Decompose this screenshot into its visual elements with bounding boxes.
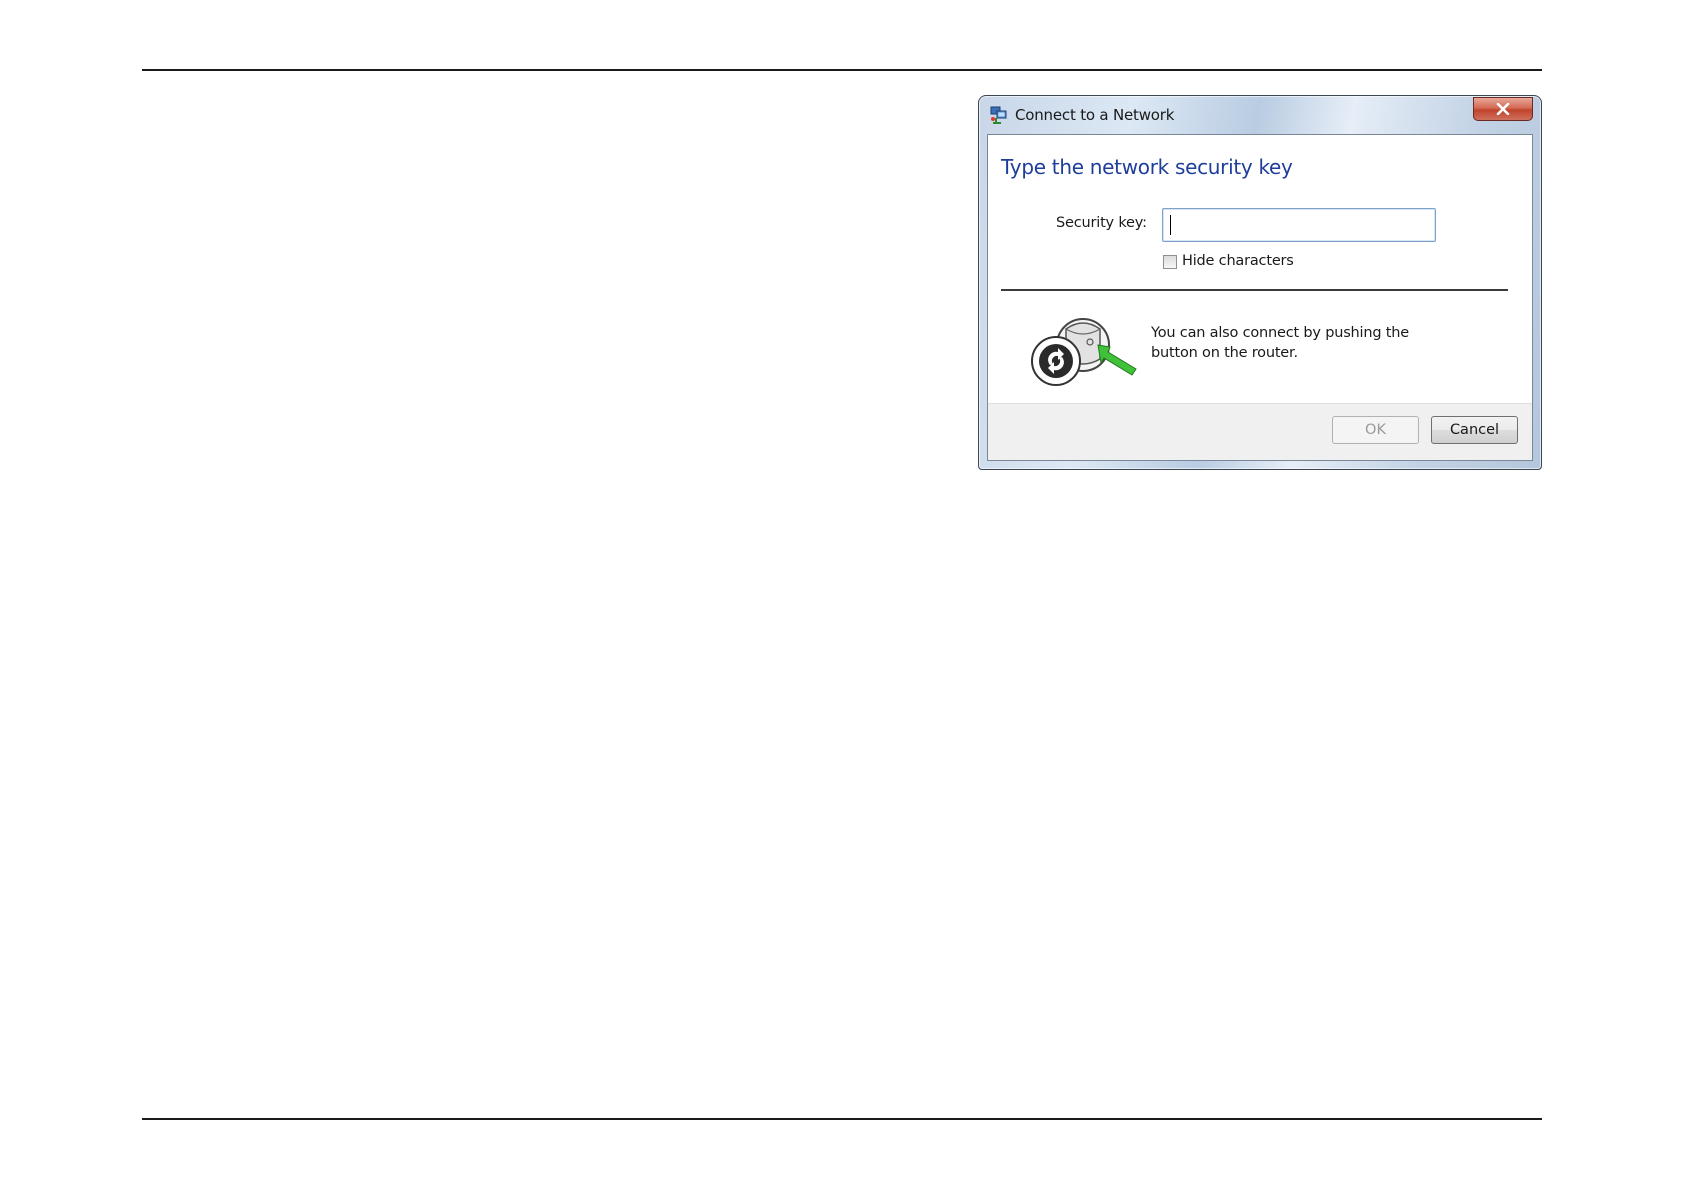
hide-characters-checkbox[interactable] bbox=[1163, 255, 1177, 269]
dialog-title: Connect to a Network bbox=[1015, 106, 1175, 124]
close-button[interactable] bbox=[1473, 97, 1533, 121]
security-key-label: Security key: bbox=[1056, 215, 1147, 231]
section-divider bbox=[1001, 289, 1508, 291]
page-top-rule bbox=[142, 69, 1542, 71]
wps-router-push-button-icon bbox=[1028, 307, 1148, 393]
hide-characters-label[interactable]: Hide characters bbox=[1182, 253, 1294, 269]
cancel-button[interactable]: Cancel bbox=[1431, 416, 1518, 444]
dialog-footer: OK Cancel bbox=[988, 403, 1532, 460]
security-key-input[interactable] bbox=[1162, 208, 1436, 242]
dialog-heading: Type the network security key bbox=[1001, 155, 1293, 179]
connect-to-network-dialog: Connect to a Network Type the network se… bbox=[978, 95, 1542, 470]
text-caret bbox=[1170, 215, 1171, 235]
close-icon bbox=[1496, 103, 1510, 115]
page-bottom-rule bbox=[142, 1118, 1542, 1120]
dialog-content: Type the network security key Security k… bbox=[987, 134, 1533, 461]
dialog-titlebar[interactable]: Connect to a Network bbox=[979, 96, 1541, 134]
network-icon bbox=[989, 105, 1009, 125]
wps-instruction-text: You can also connect by pushing the butt… bbox=[1151, 325, 1409, 361]
ok-button[interactable]: OK bbox=[1332, 416, 1419, 444]
